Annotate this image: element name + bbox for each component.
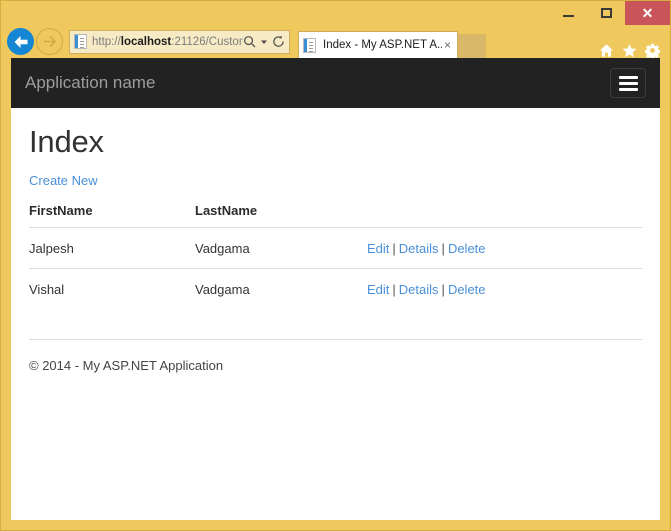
cell-actions: Edit | Details | Delete bbox=[367, 269, 642, 310]
create-new-link[interactable]: Create New bbox=[29, 173, 98, 188]
hamburger-icon-bar bbox=[618, 87, 638, 91]
tab-strip: Index - My ASP.NET A... × bbox=[298, 25, 670, 58]
search-icon[interactable] bbox=[243, 35, 256, 48]
action-separator: | bbox=[441, 241, 445, 256]
page-footer: © 2014 - My ASP.NET Application bbox=[29, 339, 642, 373]
page-content: Index Create New FirstName LastName Jalp… bbox=[11, 108, 660, 373]
page-title: Index bbox=[29, 124, 104, 159]
table-header-row: FirstName LastName bbox=[29, 203, 642, 228]
maximize-button[interactable] bbox=[587, 1, 625, 25]
title-bar: ✕ bbox=[1, 1, 670, 25]
back-button[interactable] bbox=[7, 28, 34, 55]
action-separator: | bbox=[392, 241, 396, 256]
forward-arrow-icon bbox=[43, 35, 57, 48]
url-scheme: http:// bbox=[92, 35, 121, 48]
column-header-actions bbox=[367, 203, 642, 228]
star-icon[interactable] bbox=[622, 43, 637, 58]
home-icon[interactable] bbox=[599, 43, 614, 58]
tab-index[interactable]: Index - My ASP.NET A... × bbox=[298, 31, 458, 58]
close-button[interactable]: ✕ bbox=[625, 1, 670, 25]
gear-icon[interactable] bbox=[645, 43, 660, 58]
navbar-toggle-button[interactable] bbox=[610, 68, 646, 98]
address-bar-icons bbox=[243, 35, 285, 48]
delete-link[interactable]: Delete bbox=[448, 241, 486, 256]
details-link[interactable]: Details bbox=[399, 241, 439, 256]
url-host: localhost bbox=[120, 35, 172, 48]
cell-actions: Edit | Details | Delete bbox=[367, 228, 642, 269]
browser-window: ✕ http://localhost:21126/Customer/ bbox=[0, 0, 671, 531]
url-path: :21126/Customer/ bbox=[171, 35, 243, 48]
browser-toolbar-icons bbox=[599, 43, 660, 58]
new-tab-button[interactable] bbox=[458, 34, 486, 58]
maximize-icon bbox=[600, 8, 612, 18]
back-arrow-icon bbox=[14, 35, 27, 48]
cell-firstname: Vishal bbox=[29, 282, 65, 297]
chevron-down-icon[interactable] bbox=[260, 38, 268, 46]
close-icon: ✕ bbox=[641, 5, 654, 21]
tab-favicon-icon bbox=[303, 37, 316, 53]
tab-title: Index - My ASP.NET A... bbox=[323, 39, 442, 51]
tab-close-icon[interactable]: × bbox=[442, 38, 453, 52]
cell-firstname: Jalpesh bbox=[29, 241, 74, 256]
window-controls: ✕ bbox=[549, 1, 670, 25]
create-new-row: Create New bbox=[29, 172, 642, 190]
column-header-firstname: FirstName bbox=[29, 203, 93, 218]
page-icon bbox=[74, 34, 87, 49]
page-viewport: Application name Index Create New FirstN… bbox=[11, 58, 660, 520]
action-separator: | bbox=[441, 282, 445, 297]
table-row: Vishal Vadgama Edit | Details | Delete bbox=[29, 268, 642, 310]
action-separator: | bbox=[392, 282, 396, 297]
hamburger-icon-bar bbox=[618, 75, 638, 79]
hamburger-icon-bar bbox=[618, 81, 638, 85]
edit-link[interactable]: Edit bbox=[367, 241, 389, 256]
table-row: Jalpesh Vadgama Edit | Details | Delete bbox=[29, 227, 642, 269]
minimize-button[interactable] bbox=[549, 1, 587, 25]
details-link[interactable]: Details bbox=[399, 282, 439, 297]
edit-link[interactable]: Edit bbox=[367, 282, 389, 297]
minimize-icon bbox=[562, 15, 574, 17]
address-bar[interactable]: http://localhost:21126/Customer/ bbox=[69, 29, 290, 54]
browser-navigation-bar: http://localhost:21126/Customer/ Index -… bbox=[1, 25, 670, 58]
navbar-brand[interactable]: Application name bbox=[25, 73, 155, 93]
cell-lastname: Vadgama bbox=[195, 241, 250, 256]
site-navbar: Application name bbox=[11, 58, 660, 108]
refresh-icon[interactable] bbox=[272, 35, 285, 48]
table-body: Jalpesh Vadgama Edit | Details | Delete Vish… bbox=[29, 227, 642, 310]
url-text: http://localhost:21126/Customer/ bbox=[92, 36, 243, 48]
cell-lastname: Vadgama bbox=[195, 282, 250, 297]
delete-link[interactable]: Delete bbox=[448, 282, 486, 297]
customers-table: FirstName LastName Jalpesh Vadgama Edit |… bbox=[29, 203, 642, 309]
column-header-lastname: LastName bbox=[195, 203, 258, 218]
table-header: FirstName LastName bbox=[29, 203, 642, 228]
forward-button[interactable] bbox=[36, 28, 63, 55]
